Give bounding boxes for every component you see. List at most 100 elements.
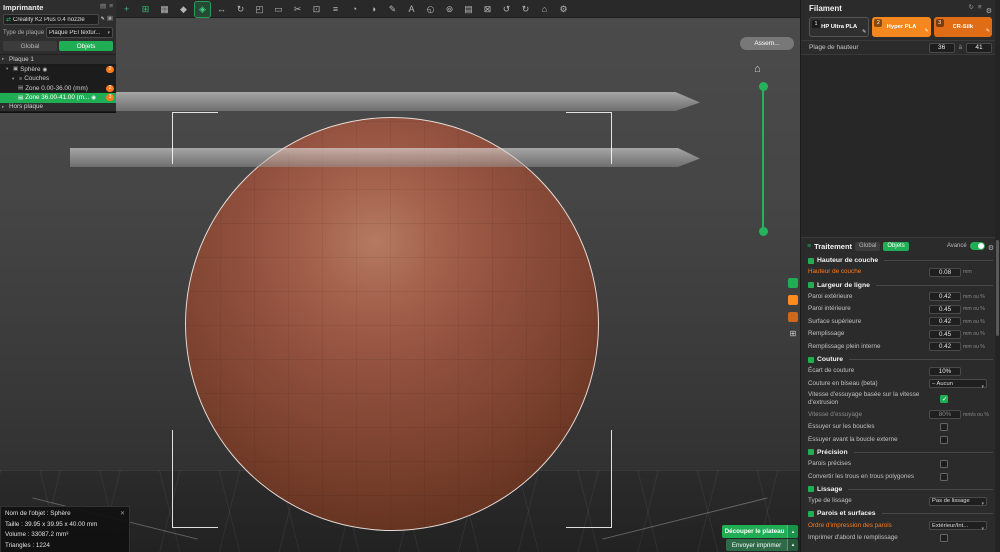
filament-slot-2[interactable]: 2 Hyper PLA: [872, 17, 930, 37]
assembly-icon[interactable]: ⊚: [442, 2, 457, 17]
viewport-3d[interactable]: Assem... ⌂: [0, 18, 800, 552]
height-range-to-input[interactable]: 41: [966, 43, 992, 53]
text-tool-icon[interactable]: A: [404, 2, 419, 17]
tab-layers-grid-icon[interactable]: ⊞: [788, 329, 798, 339]
send-print-button[interactable]: Envoyer imprimer ▴: [726, 539, 798, 551]
filament-list-icon[interactable]: ≡: [978, 5, 982, 12]
tree-row-layers[interactable]: ▾ ≡ Couches: [0, 74, 116, 84]
printer-menu-icon[interactable]: ≡: [109, 4, 113, 11]
layers-icon[interactable]: ≡: [328, 2, 343, 17]
printer-edit-icon[interactable]: [101, 16, 105, 23]
clone-icon[interactable]: ⊡: [309, 2, 324, 17]
height-range-slider[interactable]: [762, 86, 764, 232]
param-checkbox[interactable]: [940, 395, 948, 403]
param-checkbox[interactable]: [940, 423, 948, 431]
filament-slot-3[interactable]: 3 CR-Silk: [934, 17, 992, 37]
seam-paint-icon[interactable]: ◑: [366, 2, 381, 17]
slider-handle-bottom[interactable]: [759, 227, 768, 236]
scrollbar-thumb[interactable]: [996, 240, 999, 336]
param-input[interactable]: 0.45: [929, 330, 961, 339]
printer-connect-icon[interactable]: ▤: [100, 4, 106, 11]
section-header-line-width[interactable]: Largeur de ligne: [808, 280, 993, 291]
tab-object-icon[interactable]: [788, 312, 798, 322]
tab-process-icon[interactable]: [788, 278, 798, 288]
collapse-arrow-icon[interactable]: ▾: [12, 76, 17, 82]
lay-flat-icon[interactable]: ▭: [271, 2, 286, 17]
param-checkbox[interactable]: [940, 534, 948, 542]
tree-row-off-plate[interactable]: ▸ Hors plaque: [0, 103, 116, 113]
undo-icon[interactable]: ↺: [499, 2, 514, 17]
section-header-layer-height[interactable]: Hauteur de couche: [808, 255, 993, 266]
expand-arrow-icon[interactable]: ▸: [2, 56, 7, 62]
process-settings-icon[interactable]: [988, 237, 994, 255]
filament-edit-icon[interactable]: [986, 19, 990, 37]
section-header-walls-surfaces[interactable]: Parois et surfaces: [808, 508, 993, 519]
slider-handle-top[interactable]: [759, 82, 768, 91]
measure-icon[interactable]: ◵: [423, 2, 438, 17]
tab-objects[interactable]: Objets: [59, 41, 113, 51]
arrange-icon[interactable]: ▦: [157, 2, 172, 17]
param-checkbox[interactable]: [940, 473, 948, 481]
param-input[interactable]: 0.42: [929, 342, 961, 351]
variable-layer-height-icon[interactable]: ◈: [195, 2, 210, 17]
param-input[interactable]: 0.45: [929, 305, 961, 314]
section-header-precision[interactable]: Précision: [808, 447, 993, 458]
section-header-seam[interactable]: Couture: [808, 354, 993, 365]
printer-settings-icon[interactable]: ▣: [107, 16, 113, 23]
move-icon[interactable]: ↔: [214, 2, 229, 17]
redo-icon[interactable]: ↻: [518, 2, 533, 17]
scale-icon[interactable]: ◰: [252, 2, 267, 17]
section-header-ironing[interactable]: Lissage: [808, 484, 993, 495]
tree-row-zone1[interactable]: ▤ Zone 0.00-36.00 (mm) 2: [0, 84, 116, 94]
process-tab-global[interactable]: Global: [855, 242, 880, 251]
param-row-internal-solid-infill: Remplissage plein interne 0.42mm ou %: [808, 341, 993, 354]
collapse-arrow-icon[interactable]: ▾: [6, 66, 11, 72]
delete-icon[interactable]: ⊠: [480, 2, 495, 17]
visibility-eye-icon[interactable]: [43, 66, 48, 73]
height-range-from-input[interactable]: 36: [929, 43, 955, 53]
expand-arrow-icon[interactable]: ▸: [2, 104, 7, 110]
auto-orient-icon[interactable]: ◆: [176, 2, 191, 17]
filament-sync-icon[interactable]: ↻: [968, 5, 973, 12]
tree-row-plate[interactable]: ▸ Plaque 1: [0, 55, 116, 65]
visibility-eye-icon[interactable]: [91, 94, 96, 101]
sphere-model[interactable]: [185, 117, 599, 531]
home-view-icon[interactable]: ⌂: [754, 63, 761, 75]
process-tab-objects[interactable]: Objets: [883, 242, 908, 251]
tab-global[interactable]: Global: [3, 41, 57, 51]
param-input[interactable]: 0.42: [929, 292, 961, 301]
param-input[interactable]: 10%: [929, 367, 961, 376]
rotate-icon[interactable]: ↻: [233, 2, 248, 17]
printer-select[interactable]: ⇄ Creality K2 Plus 0.4 nozzle: [3, 14, 99, 25]
send-options-arrow-icon[interactable]: ▴: [787, 539, 798, 551]
tree-row-zone2-selected[interactable]: ▤ Zone 36.00-41.00 (m... 3: [0, 93, 116, 103]
object-table-icon[interactable]: ▤: [461, 2, 476, 17]
slice-plate-button[interactable]: Découper le plateau ▴: [722, 525, 798, 538]
filament-edit-icon[interactable]: [862, 20, 866, 38]
color-paint-icon[interactable]: ✎: [385, 2, 400, 17]
filament-slot-1[interactable]: 1 HP Ultra PLA: [809, 17, 869, 37]
param-select[interactable]: – Aucun: [929, 379, 987, 388]
slice-options-arrow-icon[interactable]: ▴: [787, 525, 798, 538]
param-checkbox[interactable]: [940, 460, 948, 468]
add-model-icon[interactable]: +: [119, 2, 134, 17]
home-view-icon[interactable]: ⌂: [537, 2, 552, 17]
param-select[interactable]: Pas de lissage: [929, 497, 987, 506]
close-icon[interactable]: [120, 509, 125, 520]
param-input[interactable]: 0.08: [929, 268, 961, 277]
cut-icon[interactable]: ✂: [290, 2, 305, 17]
tab-filament-icon[interactable]: [788, 295, 798, 305]
plate-type-select[interactable]: Plaque PEI textur...: [46, 27, 113, 38]
advanced-toggle[interactable]: [970, 242, 985, 250]
param-select[interactable]: Extérieur/Int...: [929, 521, 987, 530]
add-plate-icon[interactable]: ⊞: [138, 2, 153, 17]
param-input[interactable]: 80%: [929, 410, 961, 419]
advanced-label: Avancé: [947, 243, 967, 249]
param-input[interactable]: 0.42: [929, 317, 961, 326]
assemble-view-button[interactable]: Assem...: [740, 37, 794, 50]
tree-row-object[interactable]: ▾ ▣ Sphère 2: [0, 65, 116, 75]
filament-edit-icon[interactable]: [924, 19, 928, 37]
param-checkbox[interactable]: [940, 436, 948, 444]
support-paint-icon[interactable]: ◔: [347, 2, 362, 17]
settings-icon[interactable]: ⚙: [556, 2, 571, 17]
